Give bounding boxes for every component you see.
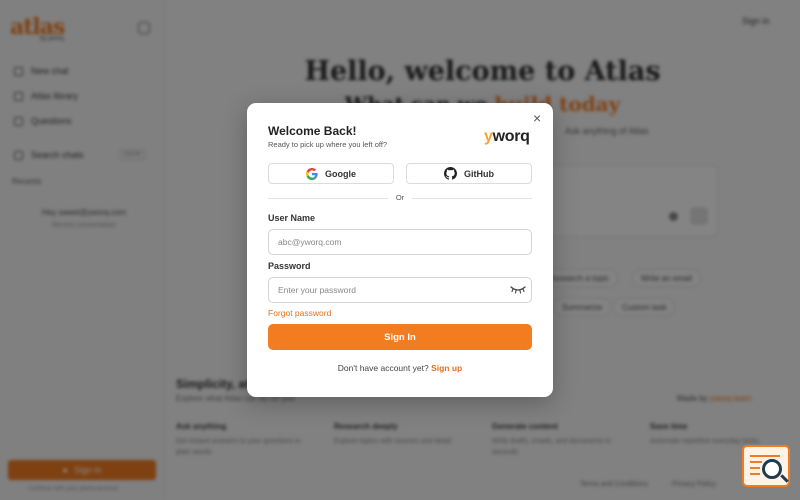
chat-search-icon[interactable]	[742, 445, 790, 487]
yworq-logo: yworq	[484, 128, 530, 146]
github-icon	[444, 167, 457, 180]
signup-prompt: Don't have account yet?	[337, 363, 429, 373]
eye-closed-icon[interactable]	[510, 284, 526, 294]
username-field[interactable]	[268, 229, 532, 255]
signin-button[interactable]: Sign In	[268, 324, 532, 350]
or-divider: Or	[268, 193, 532, 203]
modal-subtitle: Ready to pick up where you left off?	[268, 140, 388, 149]
forgot-password-link[interactable]: Forgot password	[268, 308, 331, 318]
username-label: User Name	[268, 213, 316, 223]
or-text: Or	[395, 193, 405, 202]
login-modal: × Welcome Back! Ready to pick up where y…	[247, 103, 553, 397]
github-signin-button[interactable]: GitHub	[406, 163, 532, 184]
signup-row: Don't have account yet? Sign up	[247, 363, 553, 373]
password-label: Password	[268, 261, 311, 271]
google-label: Google	[325, 168, 356, 179]
modal-title: Welcome Back!	[268, 124, 357, 138]
google-icon	[306, 167, 318, 180]
brand-letter: y	[484, 128, 493, 145]
close-icon[interactable]: ×	[533, 111, 541, 125]
google-signin-button[interactable]: Google	[268, 163, 394, 184]
brand-rest: worq	[492, 128, 530, 145]
password-field[interactable]	[268, 277, 532, 303]
signup-link[interactable]: Sign up	[431, 363, 462, 373]
github-label: GitHub	[464, 168, 494, 179]
